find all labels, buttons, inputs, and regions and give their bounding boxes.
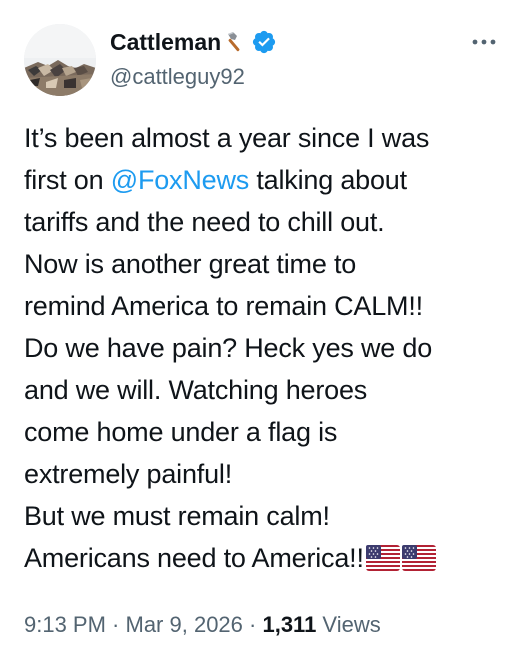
tweet-line: Americans need to America!! [24,537,504,579]
tweet-line: Now is another great time to [24,249,357,279]
tweet-timestamp-link[interactable]: 9:13 PM · Mar 9, 2026 [24,612,243,637]
tweet-line: tariffs and the need to chill out. [24,207,385,237]
more-options-button[interactable] [464,30,504,54]
avatar-image [24,24,96,96]
axe-icon [223,30,247,54]
tweet-card: Cattleman @cattleguy92 It’s been almost … [0,0,520,664]
tweet-line-fragment: Americans need to America!! [24,543,364,573]
us-flag-icon [401,541,436,571]
tweet-time: 9:13 PM [24,612,106,637]
views-count: 1,311 [262,612,317,637]
tweet-line-fragment: first on [24,165,111,195]
tweet-date: Mar 9, 2026 [125,612,243,637]
tweet-text: It’s been almost a year since I was firs… [24,117,504,579]
tweet-line: and we will. Watching heroes [24,375,368,405]
mention-link[interactable]: @FoxNews [111,165,250,195]
tweet-line: Do we have pain? Heck yes we do [24,333,433,363]
tweet-line: remind America to remain CALM!! [24,291,423,321]
meta-separator: · [105,612,126,637]
meta-separator: · [242,612,263,637]
tweet-line-fragment: talking about [249,165,407,195]
tweet-line: extremely painful! [24,459,232,489]
us-flag-icon [365,541,400,571]
tweet-line: first on @FoxNews talking about [24,159,504,201]
avatar[interactable] [24,24,96,96]
tweet-line: come home under a flag is [24,417,338,447]
tweet-line: But we must remain calm! [24,501,330,531]
ellipsis-icon [472,39,496,45]
views-label: Views [316,612,381,637]
author-display-name[interactable]: Cattleman [110,29,221,56]
tweet-meta: 9:13 PM · Mar 9, 2026 · 1,311 Views [24,612,381,638]
verified-badge-icon[interactable] [251,29,277,55]
author-handle[interactable]: @cattleguy92 [110,64,245,90]
author-name-row: Cattleman [110,27,277,57]
tweet-line: It’s been almost a year since I was [24,123,430,153]
